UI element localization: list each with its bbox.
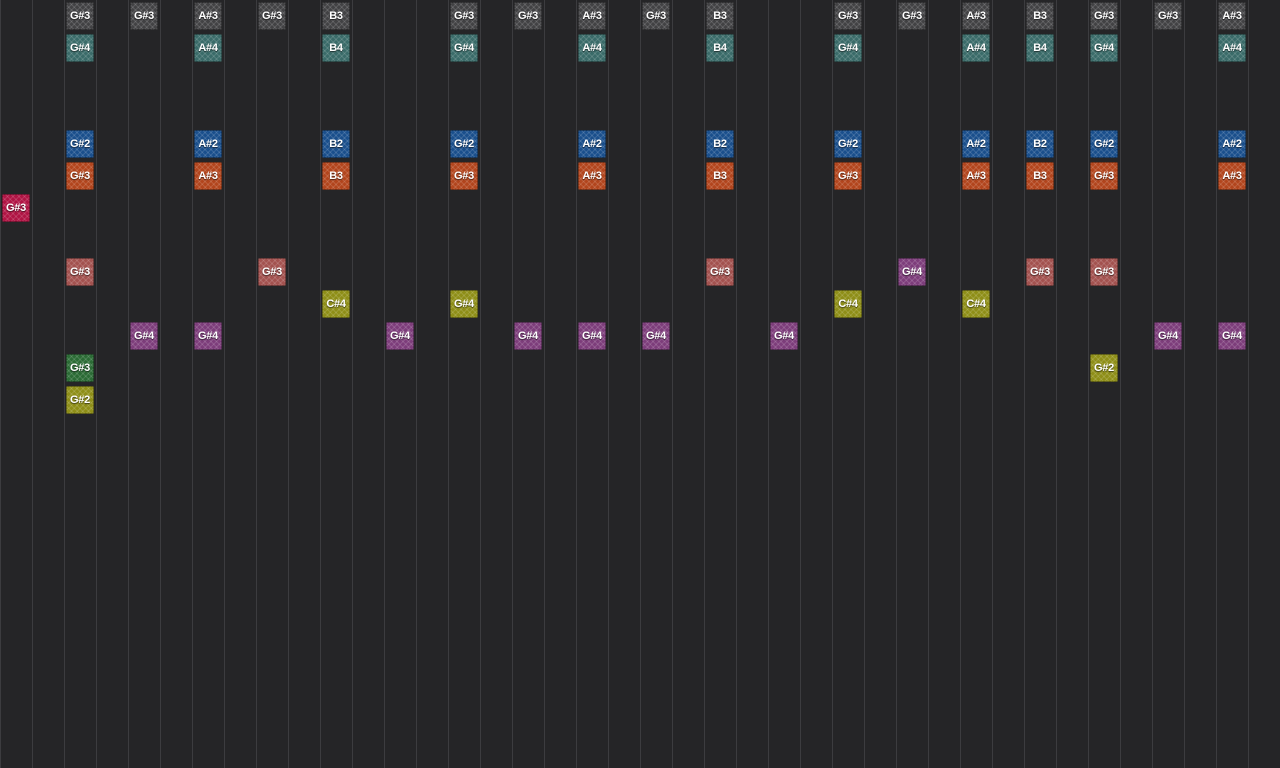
note-block[interactable]: G#4 [770,322,798,350]
note-block[interactable]: G#3 [1026,258,1054,286]
note-block[interactable]: G#4 [834,34,862,62]
note-block[interactable]: A#3 [1218,162,1246,190]
note-block[interactable]: G#3 [258,258,286,286]
note-block[interactable]: G#2 [1090,130,1118,158]
note-block[interactable]: A#4 [962,34,990,62]
note-block[interactable]: G#3 [258,2,286,30]
note-block[interactable]: G#4 [386,322,414,350]
note-block[interactable]: B2 [1026,130,1054,158]
note-block[interactable]: G#3 [706,258,734,286]
note-block[interactable]: A#4 [578,34,606,62]
note-block[interactable]: G#4 [450,290,478,318]
note-block[interactable]: G#2 [66,386,94,414]
note-block[interactable]: G#2 [1090,354,1118,382]
note-block[interactable]: A#3 [1218,2,1246,30]
note-block[interactable]: G#3 [514,2,542,30]
note-block[interactable]: G#4 [66,34,94,62]
note-block[interactable]: B4 [322,34,350,62]
note-block[interactable]: B3 [322,2,350,30]
note-block[interactable]: G#4 [898,258,926,286]
note-block[interactable]: A#4 [194,34,222,62]
note-block[interactable]: B3 [706,162,734,190]
note-block[interactable]: B3 [322,162,350,190]
note-block[interactable]: A#3 [194,162,222,190]
note-block[interactable]: G#3 [1090,258,1118,286]
note-block[interactable]: G#2 [834,130,862,158]
note-block[interactable]: B3 [706,2,734,30]
note-block[interactable]: G#2 [66,130,94,158]
note-block[interactable]: G#3 [450,162,478,190]
note-block[interactable]: G#4 [1218,322,1246,350]
note-block[interactable]: G#4 [130,322,158,350]
note-block[interactable]: G#3 [450,2,478,30]
note-block[interactable]: G#3 [66,258,94,286]
note-block[interactable]: A#3 [194,2,222,30]
note-block[interactable]: A#4 [1218,34,1246,62]
note-block[interactable]: A#2 [1218,130,1246,158]
note-block[interactable]: G#3 [130,2,158,30]
note-block[interactable]: G#3 [1090,162,1118,190]
note-grid[interactable]: G#3 G#3 A#3 G#3 B3 G#3 G#3 A#3 G#3 B3 G#3 G#3 A#3 B3 G… [0,0,1280,768]
note-block[interactable]: A#3 [962,2,990,30]
note-block[interactable]: G#2 [450,130,478,158]
note-block[interactable]: G#3 [834,162,862,190]
note-block[interactable]: C#4 [962,290,990,318]
note-block[interactable]: G#3 [1090,2,1118,30]
note-block[interactable]: A#3 [578,2,606,30]
note-block[interactable]: B3 [1026,162,1054,190]
note-block[interactable]: G#3 [1154,2,1182,30]
note-block[interactable]: G#4 [194,322,222,350]
note-block[interactable]: G#3 [66,162,94,190]
note-block[interactable]: A#2 [194,130,222,158]
note-block[interactable]: A#2 [962,130,990,158]
note-block[interactable]: B2 [322,130,350,158]
note-block[interactable]: G#3 [66,2,94,30]
note-block[interactable]: B4 [706,34,734,62]
note-block[interactable]: A#3 [578,162,606,190]
note-block[interactable]: G#3 [2,194,30,222]
note-block[interactable]: G#4 [1154,322,1182,350]
note-block[interactable]: G#4 [578,322,606,350]
note-block[interactable]: C#4 [834,290,862,318]
note-block[interactable]: G#3 [834,2,862,30]
note-block[interactable]: B2 [706,130,734,158]
note-block[interactable]: A#2 [578,130,606,158]
note-block[interactable]: G#3 [642,2,670,30]
note-block[interactable]: B3 [1026,2,1054,30]
note-block[interactable]: G#4 [450,34,478,62]
note-block[interactable]: G#3 [898,2,926,30]
note-block[interactable]: G#4 [1090,34,1118,62]
note-block[interactable]: C#4 [322,290,350,318]
note-block[interactable]: B4 [1026,34,1054,62]
note-block[interactable]: G#4 [642,322,670,350]
note-block[interactable]: A#3 [962,162,990,190]
note-block[interactable]: G#3 [66,354,94,382]
note-block[interactable]: G#4 [514,322,542,350]
